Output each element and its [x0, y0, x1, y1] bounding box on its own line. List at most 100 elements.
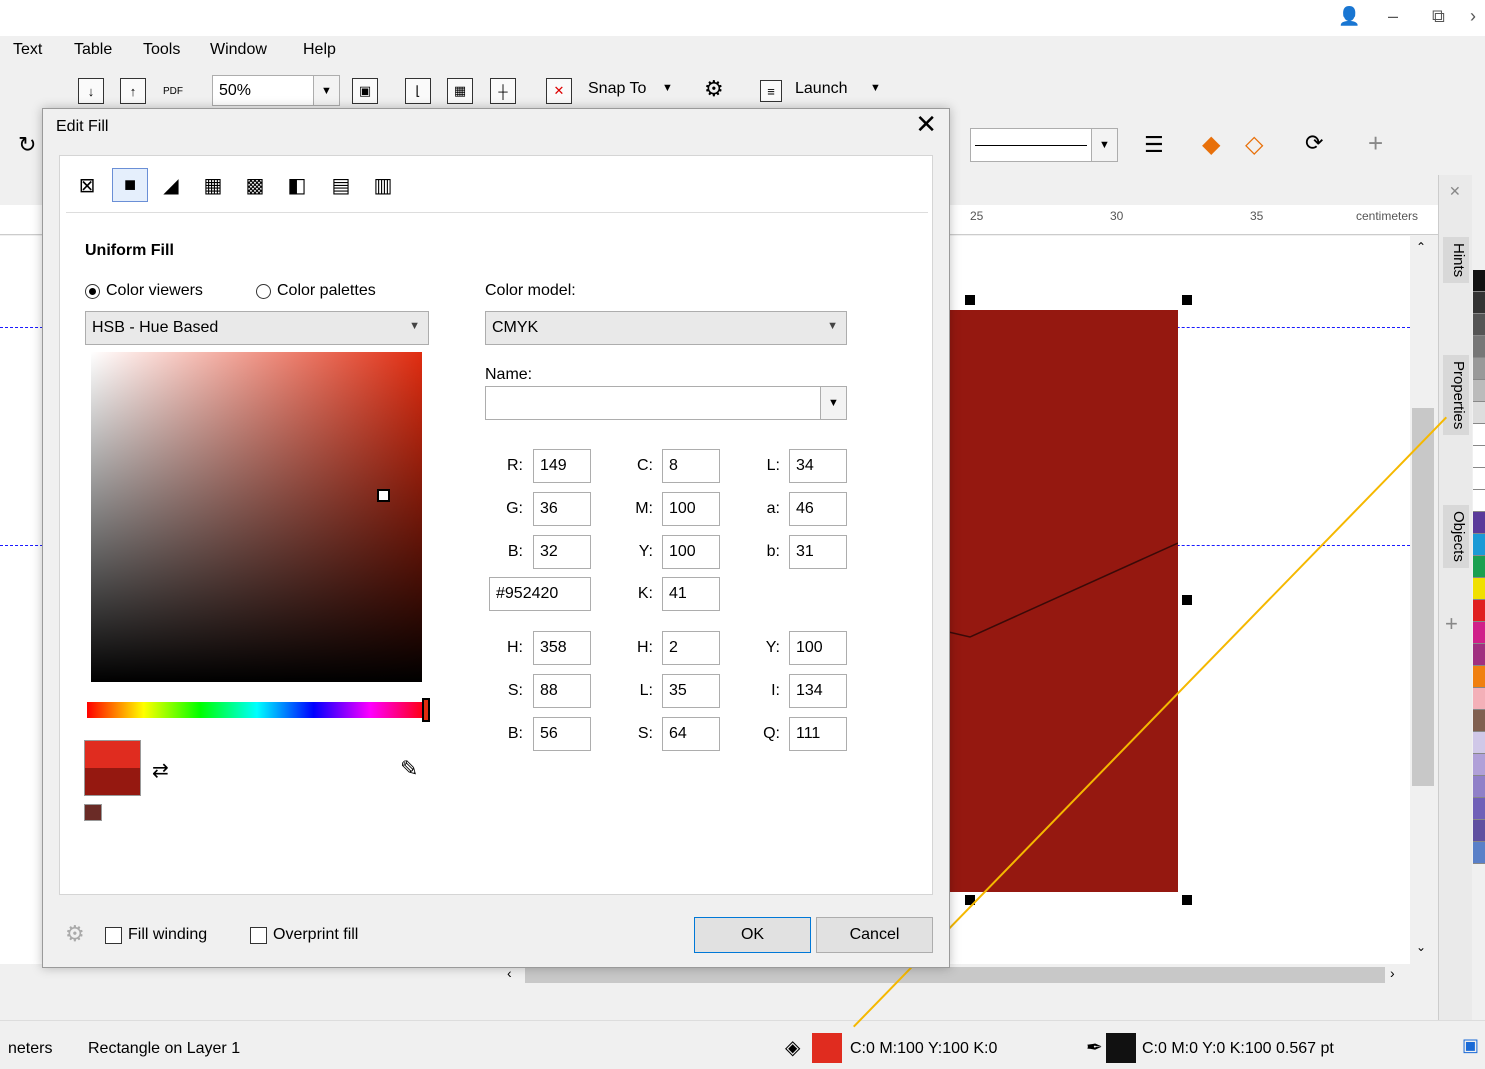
- yiq-q-field[interactable]: 111: [789, 717, 847, 751]
- palette-swatch[interactable]: [1473, 314, 1485, 336]
- yiq-y-field[interactable]: 100: [789, 631, 847, 665]
- swap-colors-icon[interactable]: ⇄: [152, 758, 169, 783]
- fountain-fill-icon[interactable]: ◢: [158, 172, 184, 198]
- export-icon[interactable]: ↑: [120, 78, 146, 104]
- viewer-select[interactable]: HSB - Hue Based ▼: [85, 311, 429, 345]
- menu-text[interactable]: Text: [13, 41, 42, 59]
- chevron-down-icon[interactable]: ▼: [313, 76, 339, 105]
- hls-s-field[interactable]: 64: [662, 717, 720, 751]
- palette-swatch[interactable]: [1473, 600, 1485, 622]
- close-window-icon[interactable]: ›: [1470, 6, 1476, 27]
- color-model-select[interactable]: CMYK ▼: [485, 311, 847, 345]
- bitmap-pattern-icon[interactable]: ▩: [242, 172, 268, 198]
- palette-swatch[interactable]: [1473, 468, 1485, 490]
- palette-swatch[interactable]: [1473, 688, 1485, 710]
- postscript-fill-icon[interactable]: ▥: [370, 172, 396, 198]
- scroll-down-icon[interactable]: ⌄: [1416, 940, 1426, 954]
- convert-curves-icon[interactable]: ⟳: [1305, 130, 1323, 156]
- fill-bucket-icon[interactable]: ◈: [785, 1035, 800, 1060]
- launch-label[interactable]: Launch: [795, 80, 848, 98]
- hls-l-field[interactable]: 35: [662, 674, 720, 708]
- import-icon[interactable]: ↓: [78, 78, 104, 104]
- r-field[interactable]: 149: [533, 449, 591, 483]
- palette-swatch[interactable]: [1473, 292, 1485, 314]
- uniform-fill-icon[interactable]: ■: [112, 168, 148, 202]
- zoom-select[interactable]: 50% ▼: [212, 75, 340, 106]
- to-back-icon[interactable]: ◇: [1245, 130, 1263, 159]
- palette-swatch[interactable]: [1473, 666, 1485, 688]
- hue-slider[interactable]: [87, 698, 430, 722]
- palette-swatch[interactable]: [1473, 490, 1485, 512]
- add-icon[interactable]: +: [1368, 128, 1383, 159]
- palette-swatch[interactable]: [1473, 578, 1485, 600]
- picker-marker[interactable]: [377, 489, 390, 502]
- scroll-thumb[interactable]: [525, 967, 1385, 983]
- chevron-down-icon[interactable]: ▼: [1091, 129, 1117, 161]
- scroll-right-icon[interactable]: ›: [1390, 965, 1395, 981]
- palette-swatch[interactable]: [1473, 842, 1485, 864]
- palette-swatch[interactable]: [1473, 534, 1485, 556]
- user-icon[interactable]: 👤: [1338, 6, 1360, 27]
- settings-gear-icon[interactable]: ⚙: [65, 921, 85, 947]
- palette-swatch[interactable]: [1473, 776, 1485, 798]
- close-docker-icon[interactable]: ✕: [1449, 183, 1461, 200]
- tab-objects[interactable]: Objects: [1443, 505, 1469, 568]
- menu-table[interactable]: Table: [74, 41, 112, 59]
- radio-color-palettes[interactable]: Color palettes: [256, 282, 376, 300]
- status-fill-swatch[interactable]: [812, 1033, 842, 1063]
- text-wrap-icon[interactable]: ☰: [1144, 132, 1164, 158]
- minimize-icon[interactable]: –: [1388, 6, 1398, 27]
- palette-swatch[interactable]: [1473, 732, 1485, 754]
- palette-swatch[interactable]: [1473, 358, 1485, 380]
- menu-tools[interactable]: Tools: [143, 41, 180, 59]
- b-field[interactable]: 32: [533, 535, 591, 569]
- menu-help[interactable]: Help: [303, 41, 336, 59]
- rulers-icon[interactable]: ⌊: [405, 78, 431, 104]
- hls-h-field[interactable]: 2: [662, 631, 720, 665]
- hsb-b-field[interactable]: 56: [533, 717, 591, 751]
- g-field[interactable]: 36: [533, 492, 591, 526]
- palette-swatch[interactable]: [1473, 402, 1485, 424]
- pdf-icon[interactable]: PDF: [160, 78, 186, 104]
- palette-swatch[interactable]: [1473, 336, 1485, 358]
- selection-handle[interactable]: [1182, 295, 1192, 305]
- palette-swatch[interactable]: [1473, 644, 1485, 666]
- guidelines-icon[interactable]: ┼: [490, 78, 516, 104]
- yiq-i-field[interactable]: 134: [789, 674, 847, 708]
- texture-fill-icon[interactable]: ▤: [328, 172, 354, 198]
- outline-style-select[interactable]: ▼: [970, 128, 1118, 162]
- m-field[interactable]: 100: [662, 492, 720, 526]
- selected-rectangle[interactable]: [940, 310, 1178, 892]
- color-picker-area[interactable]: [91, 352, 422, 682]
- y-field[interactable]: 100: [662, 535, 720, 569]
- monitor-icon[interactable]: ▣: [1462, 1035, 1479, 1056]
- grid-icon[interactable]: ▦: [447, 78, 473, 104]
- hue-handle[interactable]: [422, 698, 430, 722]
- status-outline-swatch[interactable]: [1106, 1033, 1136, 1063]
- gear-icon[interactable]: ⚙: [704, 76, 724, 102]
- c-field[interactable]: 8: [662, 449, 720, 483]
- palette-swatch[interactable]: [1473, 622, 1485, 644]
- close-icon[interactable]: ✕: [915, 109, 937, 140]
- palette-swatch[interactable]: [1473, 380, 1485, 402]
- hsb-s-field[interactable]: 88: [533, 674, 591, 708]
- palette-swatch[interactable]: [1473, 512, 1485, 534]
- tab-hints[interactable]: Hints: [1443, 237, 1469, 284]
- chevron-down-icon[interactable]: ▼: [870, 82, 881, 94]
- lab-l-field[interactable]: 34: [789, 449, 847, 483]
- palette-swatch[interactable]: [1473, 710, 1485, 732]
- snap-off-icon[interactable]: ✕: [546, 78, 572, 104]
- fill-winding-checkbox[interactable]: Fill winding: [105, 926, 207, 944]
- eyedropper-icon[interactable]: ✎: [400, 756, 418, 782]
- scroll-thumb[interactable]: [1412, 408, 1434, 786]
- selection-handle[interactable]: [965, 295, 975, 305]
- palette-swatch[interactable]: [1473, 820, 1485, 842]
- snap-to-label[interactable]: Snap To: [588, 80, 646, 98]
- launch-icon[interactable]: ≡: [760, 80, 782, 102]
- palette-swatch[interactable]: [1473, 754, 1485, 776]
- chevron-down-icon[interactable]: ▼: [820, 387, 846, 419]
- ok-button[interactable]: OK: [694, 917, 811, 953]
- palette-swatch[interactable]: [1473, 424, 1485, 446]
- restore-icon[interactable]: ⧉: [1432, 6, 1445, 27]
- selection-handle[interactable]: [1182, 895, 1192, 905]
